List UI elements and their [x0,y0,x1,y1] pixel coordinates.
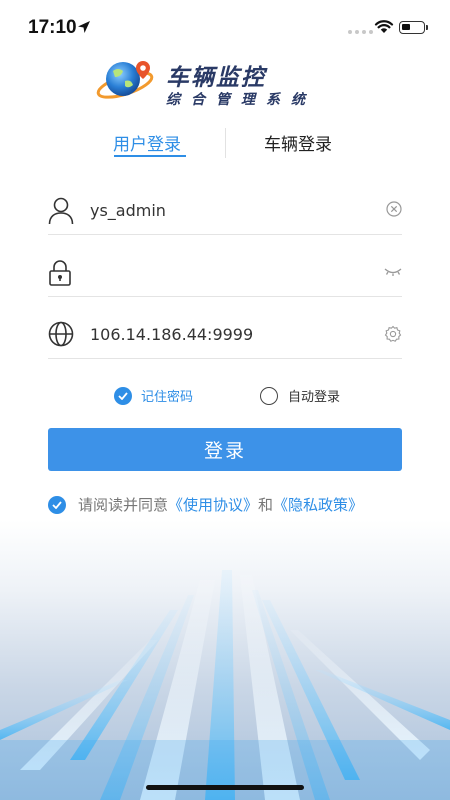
server-address-field[interactable]: 106.14.186.44:9999 [48,311,402,359]
tab-user-login[interactable]: 用户登录 [113,130,181,155]
clear-icon[interactable] [386,201,402,217]
background-light-streaks [0,520,450,800]
username-field[interactable]: ys_admin [48,187,402,235]
tab-active-indicator [114,155,186,157]
globe-logo-icon [96,61,154,99]
username-input[interactable]: ys_admin [90,201,166,220]
logo-title: 车辆监控 [166,65,266,91]
battery-icon [399,21,428,34]
privacy-link[interactable]: 《隐私政策》 [273,494,363,515]
wifi-icon [374,20,394,33]
user-icon [48,197,74,225]
unchecked-icon [260,386,278,405]
remember-password-checkbox[interactable]: 记住密码 [114,386,193,405]
agreement-prefix: 请阅读并同意 [78,496,169,514]
agreement-and: 和 [258,496,274,514]
home-indicator [146,785,304,790]
lock-icon [49,260,71,286]
gear-icon[interactable] [384,325,402,343]
agreement-row: 请阅读并同意 《使用协议》 和 《隐私政策》 [48,494,363,515]
tab-vehicle-login[interactable]: 车辆登录 [264,130,332,155]
tab-divider [225,128,226,158]
password-field[interactable] [48,249,402,297]
terms-link[interactable]: 《使用协议》 [168,494,258,515]
status-bar: 17:10 [0,0,450,56]
login-button[interactable]: 登录 [48,428,402,471]
checked-icon [114,386,132,405]
remember-password-label: 记住密码 [141,390,194,405]
agreement-checkbox[interactable] [48,495,66,514]
signal-icon [348,30,373,34]
auto-login-label: 自动登录 [288,390,341,405]
eye-closed-icon[interactable] [384,265,402,279]
globe-icon [48,321,74,347]
auto-login-checkbox[interactable]: 自动登录 [260,386,340,405]
status-time: 17:10 [28,17,77,38]
server-address-input[interactable]: 106.14.186.44:9999 [90,325,253,344]
logo-subtitle: 综合管理系统 [166,92,316,108]
location-arrow-icon [78,21,90,33]
